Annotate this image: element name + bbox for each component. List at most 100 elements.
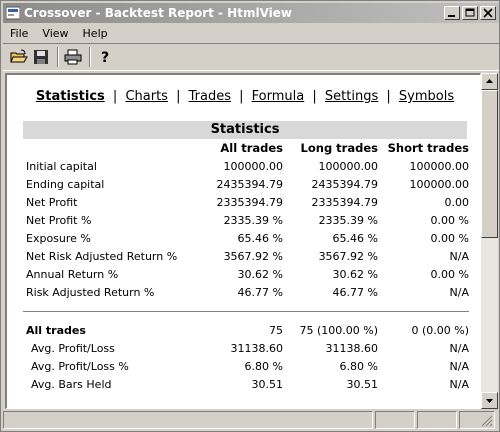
table-row: Net Risk Adjusted Return % 3567.92 % 356… (23, 247, 469, 265)
nav-separator: | (386, 89, 391, 104)
cell-value: 30.51 (346, 377, 379, 391)
table-row: Exposure % 65.46 % 65.46 % 0.00 % (23, 229, 469, 247)
menu-view[interactable]: View (35, 27, 75, 40)
cell-value: 46.77 % (332, 285, 378, 299)
cell-value: N/A (449, 285, 469, 299)
cell-value: 3567.92 % (223, 249, 283, 263)
cell-value: 2335.39 % (318, 213, 378, 227)
row-label: Ending capital (26, 177, 105, 191)
table-row: Avg. Profit/Loss % 6.80 % 6.80 % N/A (23, 357, 469, 375)
table-row: Ending capital 2435394.79 2435394.79 100… (23, 175, 469, 193)
toolbar-separator (57, 47, 59, 67)
column-header-short-trades: Short trades (387, 141, 469, 155)
cell-value: 100000.00 (318, 159, 379, 173)
nav-link-charts[interactable]: Charts (125, 89, 168, 104)
cell-value: 0.00 (444, 195, 470, 209)
resize-grip[interactable] (459, 411, 495, 429)
cell-value: 6.80 % (244, 359, 283, 373)
nav-link-formula[interactable]: Formula (252, 89, 305, 104)
scroll-down-button[interactable] (481, 392, 498, 409)
status-bar (3, 411, 499, 431)
table-row: Initial capital 100000.00 100000.00 1000… (23, 157, 469, 175)
nav-separator: | (239, 89, 244, 104)
cell-value: 2435394.79 (216, 177, 283, 191)
cell-value: N/A (449, 377, 469, 391)
menu-bar: File View Help (3, 24, 499, 42)
cell-value: 31138.60 (230, 341, 284, 355)
maximize-button[interactable] (462, 6, 478, 20)
cell-value: 75 (269, 323, 283, 337)
nav-separator: | (312, 89, 317, 104)
app-window: Crossover - Backtest Report - HtmlView F… (0, 0, 500, 432)
minimize-button[interactable] (444, 6, 460, 20)
cell-value: 30.62 % (237, 267, 283, 281)
table-row: Net Profit % 2335.39 % 2335.39 % 0.00 % (23, 211, 469, 229)
app-icon (5, 6, 21, 20)
scroll-up-button[interactable] (481, 73, 498, 90)
status-panel-main (3, 411, 373, 429)
nav-link-symbols[interactable]: Symbols (399, 89, 454, 104)
row-label: Avg. Profit/Loss % (31, 359, 129, 373)
vertical-scrollbar[interactable] (481, 73, 498, 409)
cell-value: 31138.60 (325, 341, 379, 355)
svg-text:?: ? (101, 50, 109, 65)
statistics-table: All trades Long trades Short trades Init… (23, 139, 469, 393)
cell-value: 65.46 % (332, 231, 378, 245)
toolbar-separator (89, 47, 91, 67)
cell-value: 3567.92 % (318, 249, 378, 263)
cell-value: N/A (449, 359, 469, 373)
nav-separator: | (176, 89, 181, 104)
column-header-long-trades: Long trades (300, 141, 378, 155)
cell-value: 2335394.79 (311, 195, 378, 209)
cell-value: N/A (449, 341, 469, 355)
menu-help[interactable]: Help (76, 27, 115, 40)
cell-value: 0.00 % (430, 213, 469, 227)
nav-link-statistics[interactable]: Statistics (36, 89, 105, 104)
print-icon[interactable] (63, 47, 83, 67)
cell-value: 100000.00 (223, 159, 284, 173)
window-title: Crossover - Backtest Report - HtmlView (24, 6, 292, 20)
row-label: Avg. Bars Held (31, 377, 112, 391)
row-label: Risk Adjusted Return % (26, 285, 155, 299)
cell-value: 0.00 % (430, 267, 469, 281)
toolbar: ? (3, 43, 499, 71)
column-header-all-trades: All trades (220, 141, 283, 155)
divider-line (23, 310, 469, 312)
cell-value: 2335394.79 (216, 195, 283, 209)
cell-value: 6.80 % (339, 359, 378, 373)
table-header-row: All trades Long trades Short trades (23, 139, 469, 157)
table-row: Avg. Profit/Loss 31138.60 31138.60 N/A (23, 339, 469, 357)
table-row: Annual Return % 30.62 % 30.62 % 0.00 % (23, 265, 469, 283)
close-button[interactable] (480, 6, 496, 20)
cell-value: 2435394.79 (311, 177, 378, 191)
row-label: Avg. Profit/Loss (31, 341, 115, 355)
cell-value: 65.46 % (237, 231, 283, 245)
save-icon[interactable] (31, 47, 51, 67)
column-header (23, 139, 183, 157)
cell-value: 100000.00 (409, 159, 470, 173)
row-label: Initial capital (26, 159, 97, 173)
row-label: All trades (26, 323, 86, 337)
cell-value: 75 (100.00 %) (299, 323, 378, 337)
title-bar[interactable]: Crossover - Backtest Report - HtmlView (3, 3, 499, 23)
cell-value: 46.77 % (237, 285, 283, 299)
nav-link-settings[interactable]: Settings (325, 89, 378, 104)
nav-link-trades[interactable]: Trades (189, 89, 231, 104)
report-view[interactable]: Statistics | Charts | Trades | Formula |… (5, 73, 481, 409)
table-row: Net Profit 2335394.79 2335394.79 0.00 (23, 193, 469, 211)
open-folder-icon[interactable] (9, 47, 29, 67)
nav-separator: | (112, 89, 118, 104)
row-label: Net Risk Adjusted Return % (26, 249, 178, 263)
section-title: Statistics (23, 121, 467, 139)
table-row: Risk Adjusted Return % 46.77 % 46.77 % N… (23, 283, 469, 301)
row-label: Net Profit % (26, 213, 92, 227)
table-divider (23, 301, 469, 321)
menu-file[interactable]: File (3, 27, 35, 40)
status-panel (417, 411, 457, 429)
report-nav: Statistics | Charts | Trades | Formula |… (7, 89, 480, 104)
cell-value: 2335.39 % (223, 213, 283, 227)
help-icon[interactable]: ? (95, 47, 115, 67)
cell-value: 0 (0.00 %) (411, 323, 469, 337)
scrollbar-thumb[interactable] (481, 90, 498, 238)
cell-value: 30.51 (251, 377, 284, 391)
